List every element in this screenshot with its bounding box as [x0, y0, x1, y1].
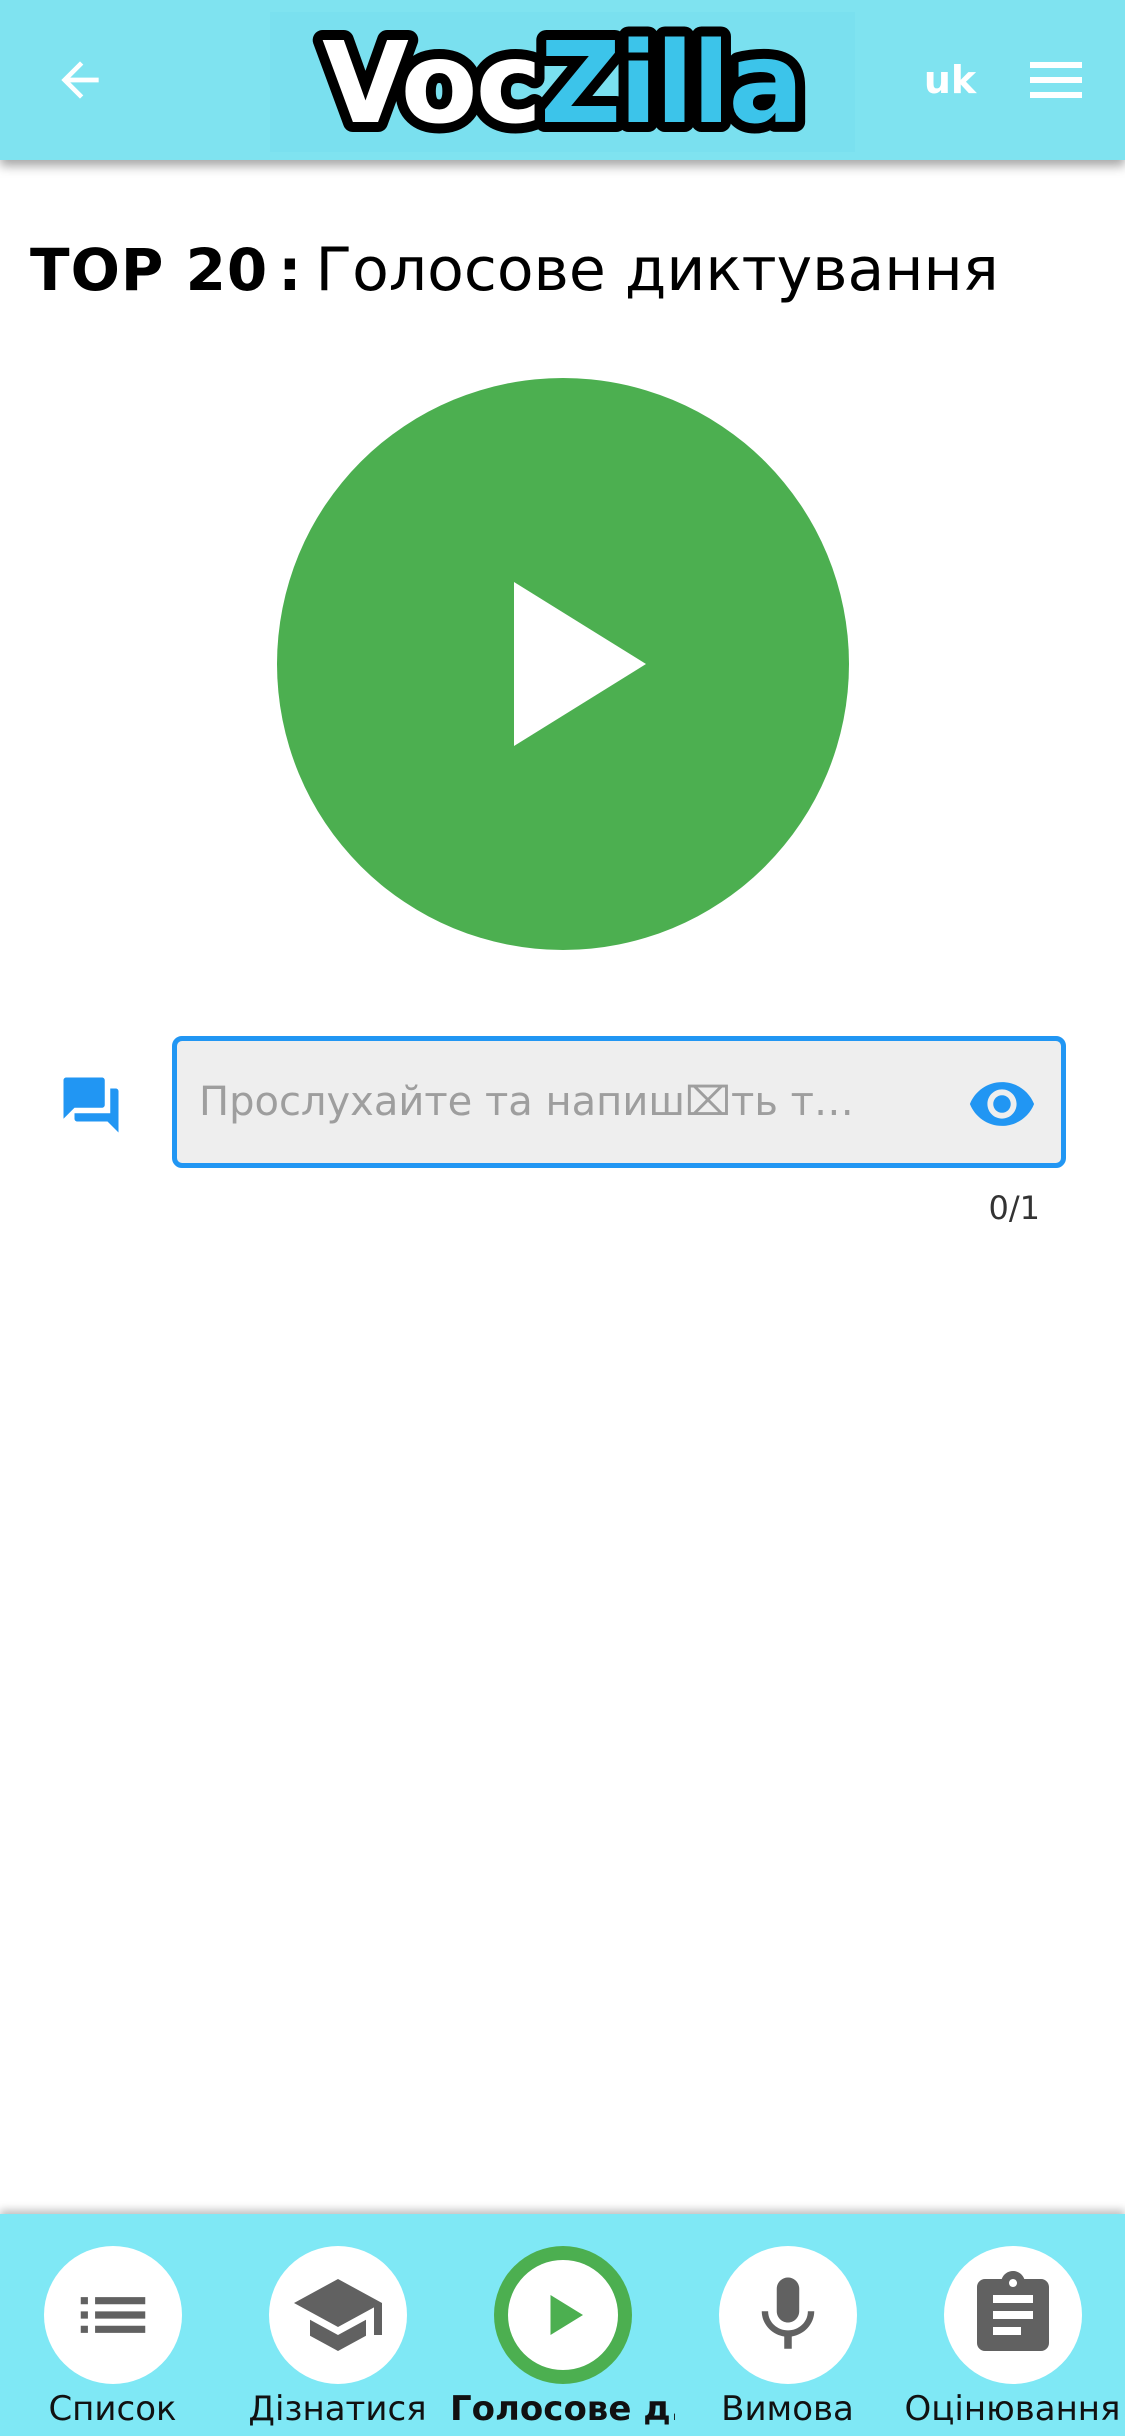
nav-item-pronunciation[interactable]: Вимова — [675, 2232, 900, 2432]
bottom-navigation: Список Дізнатися Голосове д... Вимова — [0, 2214, 1125, 2436]
play-audio-button[interactable] — [277, 378, 849, 950]
nav-item-list[interactable]: Список — [0, 2232, 225, 2432]
list-icon — [80, 2297, 146, 2333]
language-selector[interactable]: uk — [920, 52, 980, 108]
graduation-cap-icon — [294, 2279, 382, 2351]
nav-item-dictation[interactable]: Голосове д... — [450, 2232, 675, 2432]
eye-icon[interactable] — [967, 1069, 1037, 1139]
back-button[interactable] — [40, 40, 120, 120]
nav-icon-circle — [269, 2246, 407, 2384]
hamburger-menu-icon — [1030, 62, 1082, 98]
voczilla-logo: VocZilla VocZilla — [270, 12, 855, 152]
exercise-name: Голосове диктування — [315, 235, 999, 305]
answer-input[interactable] — [199, 1041, 899, 1163]
play-icon — [514, 582, 646, 746]
svg-text:VocZilla: VocZilla — [322, 19, 802, 149]
clipboard-icon — [977, 2271, 1049, 2351]
menu-button[interactable] — [1020, 50, 1092, 110]
nav-icon-circle — [44, 2246, 182, 2384]
nav-label-active: Голосове д... — [450, 2389, 675, 2429]
nav-label: Оцінювання — [904, 2389, 1121, 2429]
character-counter: 0/1 — [988, 1189, 1041, 1227]
nav-icon-circle — [944, 2246, 1082, 2384]
nav-item-learn[interactable]: Дізнатися — [225, 2232, 450, 2432]
nav-label: Дізнатися — [248, 2389, 427, 2429]
microphone-icon — [761, 2277, 815, 2349]
chat-icon — [63, 1077, 119, 1133]
nav-label: Вимова — [721, 2389, 854, 2429]
nav-icon-circle-active — [494, 2246, 632, 2384]
answer-field — [172, 1036, 1066, 1168]
page-title: TOP 20: Голосове диктування — [30, 230, 999, 310]
list-name: TOP 20 — [30, 236, 269, 304]
play-icon — [550, 2295, 583, 2335]
app-header: VocZilla VocZilla uk — [0, 0, 1125, 160]
nav-icon-circle — [719, 2246, 857, 2384]
nav-item-assessment[interactable]: Оцінювання — [900, 2232, 1125, 2432]
nav-label: Список — [48, 2389, 177, 2429]
title-separator: : — [278, 236, 302, 304]
arrow-left-icon — [61, 61, 99, 99]
